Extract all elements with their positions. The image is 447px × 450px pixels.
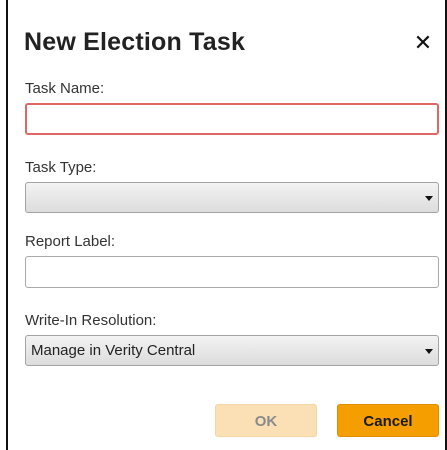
dialog-title: New Election Task	[24, 28, 246, 56]
write-in-resolution-label: Write-In Resolution:	[25, 312, 157, 329]
report-label-label: Report Label:	[25, 233, 116, 250]
cancel-button[interactable]: Cancel	[337, 404, 439, 437]
ok-button[interactable]: OK	[215, 404, 317, 437]
task-type-label: Task Type:	[25, 159, 97, 176]
write-in-resolution-value: Manage in Verity Central	[31, 342, 196, 359]
task-name-input[interactable]	[25, 103, 439, 135]
write-in-resolution-select[interactable]: Manage in Verity Central	[25, 335, 439, 366]
close-icon[interactable]: ✕	[412, 32, 434, 54]
task-name-label: Task Name:	[25, 80, 105, 97]
new-election-task-dialog: New Election Task ✕ Task Name: Task Type…	[0, 0, 447, 450]
chevron-down-icon	[425, 349, 433, 354]
report-label-input[interactable]	[25, 256, 439, 288]
chevron-down-icon	[425, 196, 433, 201]
task-type-select[interactable]	[25, 182, 439, 213]
dialog-left-border	[6, 0, 8, 450]
